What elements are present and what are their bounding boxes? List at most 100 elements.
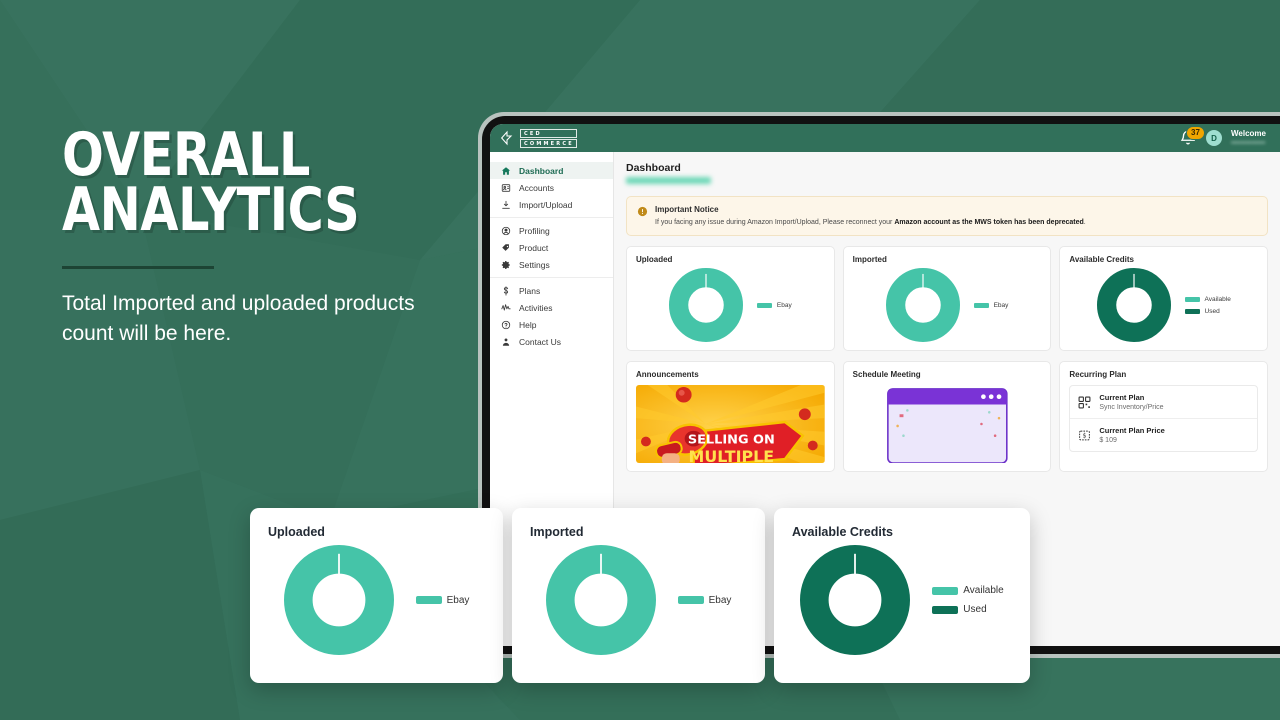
- welcome-block[interactable]: Welcome ••••••••••••••: [1231, 128, 1266, 147]
- overlay-card-available-credits: Available Credits Available Used: [774, 508, 1030, 683]
- legend-label: Ebay: [446, 594, 470, 606]
- cedcommerce-logo-icon: [500, 130, 513, 146]
- welcome-label: Welcome: [1231, 128, 1266, 138]
- card-title: Imported: [852, 255, 887, 265]
- sidebar-item-plans[interactable]: Plans: [490, 282, 613, 299]
- dollar-icon: [503, 285, 509, 296]
- notification-badge: 37: [1186, 126, 1205, 140]
- card-schedule-meeting: Schedule Meeting: [842, 361, 1052, 473]
- legend-swatch: [677, 596, 704, 604]
- card-imported: Imported Ebay: [842, 246, 1052, 352]
- app-logo[interactable]: CED COMMERCE: [499, 128, 577, 148]
- sidebar-label: Plans: [519, 285, 541, 296]
- sidebar-label: Import/Upload: [519, 199, 573, 210]
- legend-item: Ebay: [677, 595, 731, 606]
- legend-available-credits: Available Used: [1184, 296, 1231, 315]
- tag-icon: [502, 243, 509, 251]
- card-title: Recurring Plan: [1069, 370, 1127, 380]
- banner-text-1: SELLING ON: [688, 433, 775, 448]
- notification-button[interactable]: 37: [1179, 126, 1205, 147]
- announcement-banner[interactable]: SELLING ON MULTIPLE: [636, 385, 825, 464]
- legend-item: Ebay: [756, 301, 792, 309]
- notice-body-plain: If you facing any issue during Amazon Im…: [655, 219, 895, 226]
- secondary-card-row: Announcements SELLING ON MULTIPLE Schedu…: [626, 361, 1269, 473]
- donut-chart-imported: [885, 268, 960, 343]
- card-recurring-plan: Recurring Plan Current Plan Sync Invento…: [1059, 361, 1269, 473]
- price-tag-icon: $: [1079, 430, 1091, 440]
- question-circle-icon: [501, 320, 511, 329]
- activity-icon: [501, 303, 511, 310]
- overlay-card-title: Available Credits: [792, 525, 893, 539]
- card-uploaded: Uploaded Ebay: [626, 246, 835, 352]
- sidebar-item-profiling[interactable]: Profiling: [490, 222, 613, 239]
- home-icon: [501, 166, 511, 175]
- legend-label: Available: [963, 585, 1004, 596]
- overlay-donut-chart-imported: [545, 545, 656, 655]
- sidebar-group-3: Plans Activities Help Contact Us: [490, 277, 613, 354]
- avatar[interactable]: D: [1206, 130, 1223, 146]
- sidebar-item-accounts[interactable]: Accounts: [490, 179, 613, 196]
- legend-item: Available: [1184, 296, 1231, 303]
- legend-item: Used: [932, 604, 1003, 615]
- overlay-donut-chart-available-credits: [800, 545, 911, 655]
- sidebar-item-settings[interactable]: Settings: [490, 256, 613, 273]
- page-title: Dashboard: [626, 162, 681, 174]
- gear-icon: [501, 260, 510, 269]
- sidebar-group-1: Dashboard Accounts Import/Upload: [490, 158, 613, 217]
- card-title: Uploaded: [636, 255, 673, 265]
- card-title: Schedule Meeting: [852, 370, 921, 380]
- logo-line1: CED: [520, 128, 577, 138]
- sidebar-item-activities[interactable]: Activities: [490, 299, 613, 316]
- download-icon: [502, 200, 510, 209]
- person-icon: [502, 338, 510, 346]
- legend-label: Used: [963, 604, 987, 615]
- overlay-legend-available-credits: Available Used: [932, 585, 1004, 615]
- sidebar-item-product[interactable]: Product: [490, 239, 613, 256]
- plan-label: Current Plan Price: [1099, 426, 1165, 436]
- overlay-card-title: Uploaded: [268, 525, 325, 539]
- sidebar-item-contact-us[interactable]: Contact Us: [490, 333, 613, 350]
- page-subtitle-redacted: [626, 177, 711, 184]
- schedule-meeting-graphic: [853, 385, 1042, 464]
- sidebar-item-dashboard[interactable]: Dashboard: [490, 162, 613, 179]
- card-announcements: Announcements SELLING ON MULTIPLE: [626, 361, 835, 473]
- donut-chart-uploaded: [668, 268, 743, 343]
- card-title: Announcements: [636, 370, 699, 380]
- legend-swatch: [1184, 308, 1200, 314]
- card-title: Available Credits: [1069, 255, 1134, 265]
- legend-label: Ebay: [776, 301, 792, 309]
- notice-body-tail: .: [1083, 219, 1086, 226]
- sidebar-item-help[interactable]: Help: [490, 316, 613, 333]
- legend-swatch: [415, 596, 442, 604]
- overlay-card-group: Uploaded Ebay Imported Ebay Available Cr…: [250, 508, 1030, 683]
- banner-text-2: MULTIPLE: [689, 447, 775, 463]
- notice-title: Important Notice: [655, 205, 719, 214]
- important-notice-banner: Important Notice If you facing any issue…: [626, 196, 1268, 237]
- legend-item: Ebay: [973, 302, 1008, 309]
- sidebar-item-import-upload[interactable]: Import/Upload: [490, 196, 613, 213]
- plan-value: Sync Inventory/Price: [1099, 404, 1164, 412]
- legend-swatch: [932, 605, 959, 614]
- plan-value: $ 109: [1099, 437, 1117, 445]
- promo-panel: OVERALL ANALYTICS Total Imported and upl…: [62, 125, 462, 349]
- warning-icon: [637, 206, 648, 217]
- plan-item-current-plan: Current Plan Sync Inventory/Price: [1070, 386, 1257, 418]
- notice-body-bold: Amazon account as the MWS token has been…: [894, 219, 1084, 226]
- overlay-legend-uploaded: Ebay: [415, 594, 470, 606]
- plan-label: Current Plan: [1099, 393, 1145, 403]
- legend-swatch: [973, 302, 989, 308]
- legend-label: Used: [1204, 307, 1220, 315]
- sidebar-label: Activities: [519, 302, 553, 313]
- metrics-card-row: Uploaded Ebay Imported Ebay Available Cr…: [626, 246, 1269, 352]
- overlay-card-title: Imported: [530, 525, 584, 539]
- svg-text:$: $: [1083, 432, 1087, 439]
- browser-window-illustration: [886, 388, 1008, 464]
- promo-subtitle: Total Imported and uploaded products cou…: [62, 292, 415, 346]
- overlay-card-imported: Imported Ebay: [512, 508, 765, 683]
- sidebar-label: Product: [519, 242, 549, 253]
- legend-item: Used: [1184, 307, 1231, 315]
- app-header: CED COMMERCE 37 D Welcome ••••••••••••••: [490, 124, 1280, 152]
- donut-chart-available-credits: [1096, 268, 1171, 343]
- plan-item-current-plan-price: $ Current Plan Price $ 109: [1070, 418, 1258, 451]
- recurring-plan-list: Current Plan Sync Inventory/Price $ Curr…: [1069, 385, 1259, 453]
